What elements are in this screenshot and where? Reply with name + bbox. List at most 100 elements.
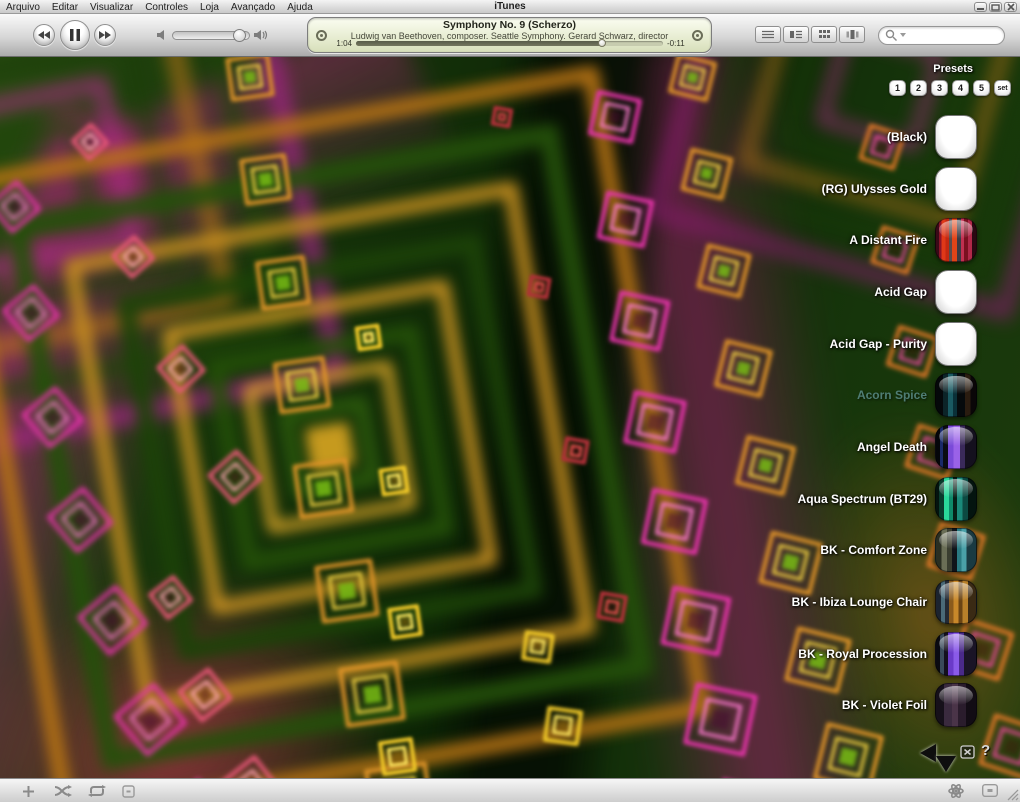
show-artwork-icon[interactable]: [122, 785, 135, 798]
preset-swatch-button[interactable]: [935, 114, 977, 159]
add-playlist-icon[interactable]: [22, 785, 35, 798]
preset-label: Acid Gap - Purity: [829, 336, 927, 351]
search-input[interactable]: [908, 29, 998, 42]
preset-swatch-button[interactable]: [935, 528, 977, 573]
preset-row: BK - Royal Procession: [770, 628, 1020, 680]
preset-prev-arrow[interactable]: [920, 744, 936, 762]
menu-item-visualizar[interactable]: Visualizar: [90, 2, 133, 13]
preset-swatch-button[interactable]: [935, 683, 977, 728]
preset-label: Angel Death: [856, 439, 927, 454]
window-controls: [974, 2, 1017, 12]
preset-swatch-button[interactable]: [935, 166, 977, 211]
view-coverflow-icon: [846, 30, 858, 39]
menu-item-arquivo[interactable]: Arquivo: [6, 2, 40, 13]
preset-swatch-button[interactable]: [935, 424, 977, 469]
rewind-icon: [38, 31, 50, 39]
forward-button[interactable]: [94, 24, 116, 46]
search-box: [878, 26, 1005, 45]
eject-icon[interactable]: [982, 784, 998, 797]
minimize-button[interactable]: [974, 2, 987, 12]
search-options-chevron-icon[interactable]: [900, 33, 906, 38]
preset-slot-1[interactable]: 1: [889, 80, 906, 96]
view-coverflow-button[interactable]: [839, 26, 865, 43]
preset-slot-3[interactable]: 3: [931, 80, 948, 96]
pause-button[interactable]: [60, 20, 90, 50]
preset-row: (RG) Ulysses Gold: [770, 163, 1020, 215]
presets-panel: Presets 1 2 3 4 5 set (Black) (RG) Ulysses Gol…: [770, 57, 1020, 778]
preset-row: BK - Violet Foil: [770, 680, 1020, 732]
rewind-button[interactable]: [33, 24, 55, 46]
preset-slot-5[interactable]: 5: [973, 80, 990, 96]
progress-bar[interactable]: [356, 39, 663, 47]
close-button[interactable]: [1004, 2, 1017, 12]
preset-swatch-button[interactable]: [935, 631, 977, 676]
preset-swatch-button[interactable]: [935, 580, 977, 625]
lcd-mode-icon[interactable]: [316, 30, 327, 41]
preset-label: BK - Royal Procession: [798, 646, 927, 661]
volume-low-icon: [157, 30, 164, 40]
lcd-display: Symphony No. 9 (Scherzo) Ludwig van Beet…: [307, 17, 712, 53]
view-switcher: [755, 26, 865, 43]
preset-label: Aqua Spectrum (BT29): [797, 491, 927, 506]
preset-swatch-button[interactable]: [935, 373, 977, 418]
volume-slider[interactable]: [172, 29, 250, 42]
preset-next-arrow[interactable]: [936, 756, 956, 772]
menu-item-ajuda[interactable]: Ajuda: [287, 2, 313, 13]
preset-label: BK - Comfort Zone: [820, 543, 927, 558]
preset-label: BK - Violet Foil: [841, 698, 927, 713]
preset-slot-2[interactable]: 2: [910, 80, 927, 96]
title-bar: Arquivo Editar Visualizar Controles Loja Avan…: [0, 0, 1020, 14]
preset-close-icon[interactable]: [960, 745, 975, 759]
preset-row: Acid Gap - Purity: [770, 318, 1020, 370]
volume-knob[interactable]: [232, 29, 246, 42]
preset-row: Aqua Spectrum (BT29): [770, 473, 1020, 525]
preset-swatch-button[interactable]: [935, 269, 977, 314]
view-grid-icon: [818, 30, 830, 38]
progress-fill: [356, 41, 602, 46]
menu-item-editar[interactable]: Editar: [52, 2, 78, 13]
preset-row: Acid Gap: [770, 266, 1020, 318]
preset-row: BK - Comfort Zone: [770, 525, 1020, 577]
preset-swatch-button[interactable]: [935, 321, 977, 366]
repeat-icon[interactable]: [88, 785, 106, 797]
view-grid-button[interactable]: [811, 26, 837, 43]
preset-slot-row: 1 2 3 4 5 set: [889, 80, 1011, 96]
maximize-icon: [991, 3, 1000, 11]
preset-label: Acorn Spice: [856, 388, 927, 403]
itunes-window: Arquivo Editar Visualizar Controles Loja Avan…: [0, 0, 1020, 802]
progress-knob[interactable]: [597, 39, 606, 47]
maximize-button[interactable]: [989, 2, 1002, 12]
lcd-genius-icon[interactable]: [692, 30, 703, 41]
preset-label: (RG) Ulysses Gold: [821, 181, 927, 196]
preset-row: (Black): [770, 111, 1020, 163]
preset-row: Angel Death: [770, 421, 1020, 473]
visualizer-icon[interactable]: [948, 783, 964, 799]
preset-swatch-button[interactable]: [935, 476, 977, 521]
track-title: Symphony No. 9 (Scherzo): [442, 19, 577, 31]
resize-grip[interactable]: [1006, 788, 1019, 801]
preset-label: Acid Gap: [874, 284, 927, 299]
view-album-button[interactable]: [783, 26, 809, 43]
minimize-icon: [977, 8, 984, 10]
presets-heading: Presets: [933, 63, 973, 75]
close-icon: [1006, 3, 1015, 11]
preset-row: BK - Ibiza Lounge Chair: [770, 576, 1020, 628]
menu-item-loja[interactable]: Loja: [200, 2, 219, 13]
preset-label: BK - Ibiza Lounge Chair: [791, 595, 927, 610]
view-album-icon: [790, 30, 802, 39]
preset-slot-4[interactable]: 4: [952, 80, 969, 96]
view-list-button[interactable]: [755, 26, 781, 43]
preset-slot-set[interactable]: set: [994, 80, 1011, 96]
visualizer-canvas: Presets 1 2 3 4 5 set (Black) (RG) Ulysses Gol…: [0, 57, 1020, 778]
menu-item-avançado[interactable]: Avançado: [231, 2, 275, 13]
preset-label: (Black): [886, 129, 927, 144]
volume-high-icon: [254, 30, 268, 40]
menu-item-controles[interactable]: Controles: [145, 2, 188, 13]
preset-swatch-button[interactable]: [935, 218, 977, 263]
preset-help-icon[interactable]: ?: [981, 742, 990, 759]
pause-icon: [70, 29, 80, 41]
shuffle-icon[interactable]: [54, 785, 72, 797]
search-icon: [885, 29, 897, 41]
status-bar: [0, 778, 1020, 802]
remaining-time: -0:11: [667, 39, 685, 48]
